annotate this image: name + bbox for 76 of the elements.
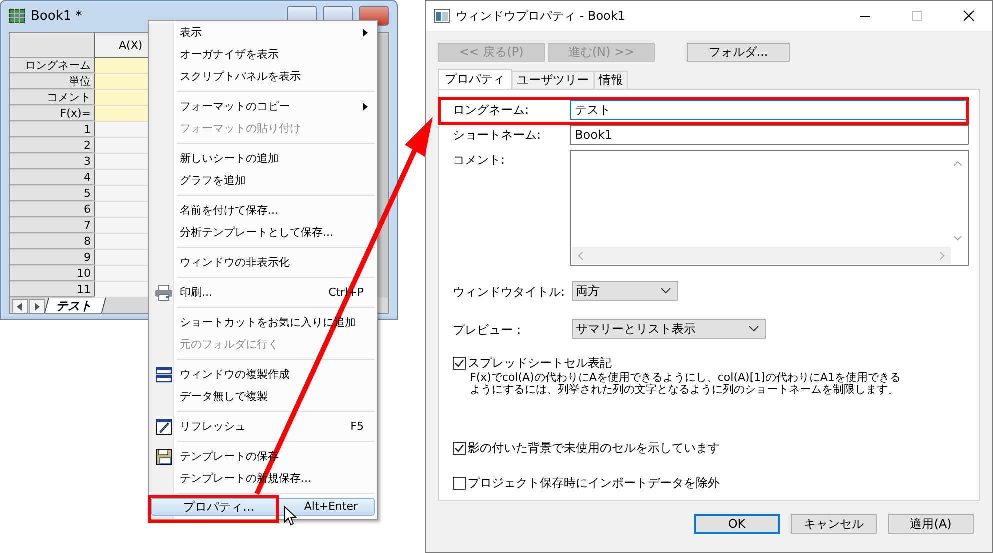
- row-number: 11: [10, 282, 95, 297]
- scroll-right-icon: [940, 252, 945, 260]
- window-title: ウィンドウプロパティ - Book1: [456, 8, 626, 24]
- field-label: プレビュー：: [453, 322, 526, 338]
- checkbox[interactable]: [453, 477, 466, 490]
- chevron-down-icon: [661, 288, 671, 294]
- scroll-up-icon: [954, 161, 962, 166]
- description-text: F(x)でcol(A)の代わりにAを使用できるようにし、col(A)[1]の代わりにA1を使用できる: [469, 372, 902, 384]
- menu-item[interactable]: リフレッシュ F5: [151, 416, 375, 438]
- row-number: 8: [10, 234, 95, 249]
- menu-item[interactable]: ウィンドウの複製作成: [151, 364, 375, 386]
- pen-icon: [156, 419, 172, 435]
- menu-item[interactable]: プロパティ... Alt+Enter: [151, 498, 375, 516]
- dropdown[interactable]: サマリーとリスト表示: [572, 319, 766, 339]
- chevron-down-icon: [749, 326, 759, 332]
- left-arrow-icon: [17, 302, 23, 310]
- field-label: ショートネーム:: [453, 127, 542, 144]
- row-label: 単位: [10, 74, 95, 89]
- menu-item[interactable]: 名前を付けて保存...: [151, 200, 375, 222]
- tab[interactable]: 情報: [594, 71, 628, 89]
- scroll-left-icon: [578, 252, 583, 260]
- menu-item[interactable]: グラフを追加: [151, 170, 375, 192]
- checkbox[interactable]: [453, 357, 466, 370]
- row-number: 1: [10, 122, 95, 137]
- field-label: ロングネーム:: [453, 102, 530, 119]
- row-label: F(x)=: [10, 106, 95, 121]
- right-arrow-icon: [34, 302, 40, 310]
- row-label: ロングネーム: [10, 58, 95, 73]
- description-text: ようにするには、列挙された列の文字となるように列のショートネームを制限します。: [469, 384, 900, 396]
- field-label: ウィンドウタイトル:: [453, 284, 566, 300]
- scroll-left-button[interactable]: [12, 299, 28, 313]
- row-number: 4: [10, 170, 95, 185]
- window-stack-icon: [156, 367, 172, 383]
- menu-item[interactable]: ウィンドウの非表示化: [151, 252, 375, 274]
- close-button[interactable]: [963, 10, 975, 22]
- submenu-arrow-icon: [363, 29, 368, 37]
- menu-item[interactable]: 分析テンプレートとして保存...: [151, 222, 375, 244]
- row-number: 7: [10, 218, 95, 233]
- menu-item[interactable]: 新しいシートの追加: [151, 148, 375, 170]
- row-number: 5: [10, 186, 95, 201]
- spreadsheet-icon: [9, 9, 25, 23]
- window-icon: [434, 9, 450, 23]
- checkbox-label[interactable]: スプレッドシートセル表記: [468, 355, 612, 372]
- row-number: 6: [10, 202, 95, 217]
- tab[interactable]: プロパティ: [438, 69, 512, 89]
- menu-item[interactable]: スクリプトパネルを表示: [151, 66, 375, 88]
- menu-item[interactable]: 表示: [151, 22, 375, 44]
- row-number: 3: [10, 154, 95, 169]
- checkbox-label[interactable]: プロジェクト保存時にインポートデータを除外: [468, 475, 720, 492]
- menu-item[interactable]: フォーマットのコピー: [151, 96, 375, 118]
- dialog-button[interactable]: キャンセル: [791, 514, 877, 534]
- row-label: コメント: [10, 90, 95, 105]
- text-field[interactable]: Book1: [570, 125, 969, 145]
- save-icon: [156, 449, 172, 465]
- row-number: 9: [10, 250, 95, 265]
- printer-icon: [155, 285, 173, 301]
- nav-button[interactable]: フォルダ...: [687, 43, 790, 62]
- submenu-arrow-icon: [363, 103, 368, 111]
- field-label: コメント:: [453, 152, 506, 169]
- row-number: 10: [10, 266, 95, 281]
- sheet-tab[interactable]: テスト: [44, 298, 106, 313]
- text-field[interactable]: テスト: [570, 100, 969, 120]
- comment-field[interactable]: [570, 150, 969, 266]
- menu-item[interactable]: データ無しで複製: [151, 386, 375, 408]
- checkbox-label[interactable]: 影の付いた背景で未使用のセルを示しています: [468, 440, 720, 457]
- dialog-button[interactable]: OK: [694, 514, 780, 534]
- menu-item[interactable]: オーガナイザを表示: [151, 44, 375, 66]
- tab[interactable]: ユーザツリー: [512, 71, 594, 89]
- dialog-button[interactable]: 適用(A): [888, 514, 974, 534]
- scroll-right-button[interactable]: [29, 299, 45, 313]
- scroll-down-icon: [954, 236, 962, 241]
- row-number: 2: [10, 138, 95, 153]
- checkbox[interactable]: [453, 442, 466, 455]
- cursor-icon: [284, 506, 297, 526]
- window-title: Book1 *: [31, 8, 84, 24]
- dropdown[interactable]: 両方: [572, 281, 678, 301]
